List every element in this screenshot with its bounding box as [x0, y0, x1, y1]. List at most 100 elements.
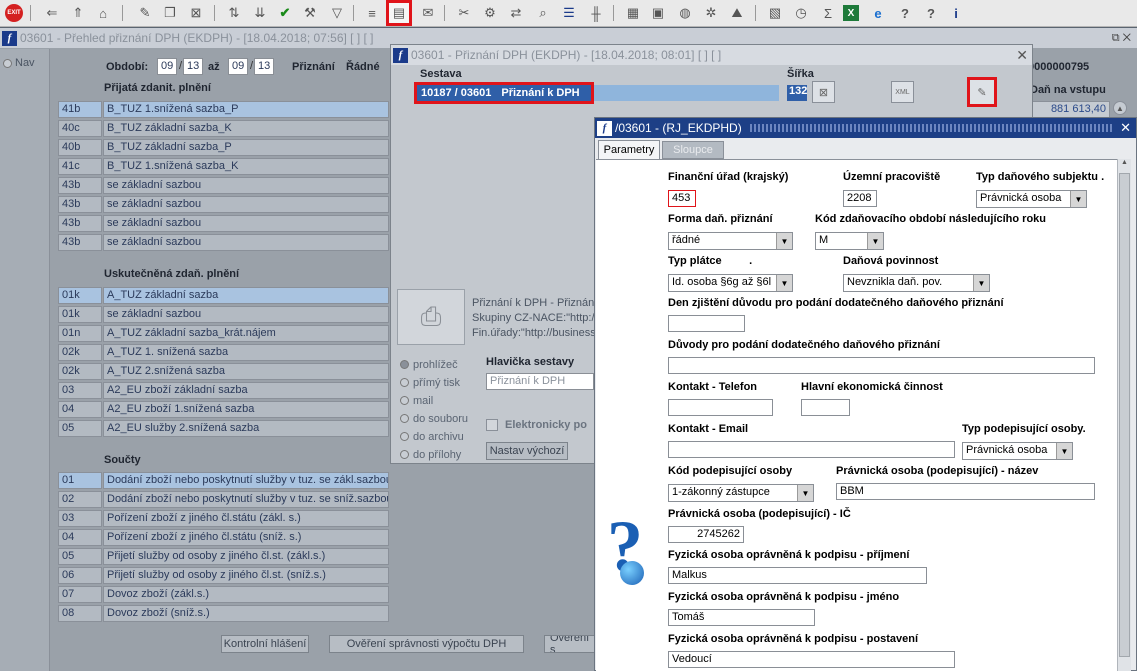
settings-icon[interactable]: ✲ — [701, 3, 721, 23]
po-nazev-field[interactable]: BBM — [836, 483, 1095, 500]
image-icon[interactable]: ▧ — [765, 3, 785, 23]
output-radio[interactable] — [400, 360, 409, 369]
row-code[interactable]: 02k — [58, 363, 102, 380]
row-code[interactable]: 08 — [58, 605, 102, 622]
report-row-highlight[interactable]: 10187 / 03601 Přiznání k DPH — [414, 82, 594, 104]
right-value-field[interactable]: 881 613,40 — [1028, 101, 1110, 118]
chevron-down-icon[interactable]: ▼ — [973, 275, 989, 291]
postaveni-field[interactable]: Vedoucí — [668, 651, 955, 668]
row-name[interactable]: se základní sazbou — [103, 196, 389, 213]
whatsthis-icon[interactable]: ? — [921, 3, 941, 23]
tab-parametry[interactable]: Parametry — [598, 140, 660, 159]
row-name[interactable]: Dodání zboží nebo poskytnutí služby v tu… — [103, 491, 389, 508]
row-name[interactable]: B_TUZ 1.snížená sazba_P — [103, 101, 389, 118]
row-name[interactable]: Přijetí služby od osoby z jiného čl.st. … — [103, 567, 389, 584]
nav-radio[interactable] — [3, 59, 12, 68]
help-icon[interactable]: ? — [895, 3, 915, 23]
globe-icon[interactable]: ◍ — [675, 3, 695, 23]
kontrolni-hlaseni-button[interactable]: Kontrolní hlášení — [221, 635, 309, 653]
row-code[interactable]: 41b — [58, 101, 102, 118]
from-year-field[interactable]: 13 — [183, 58, 203, 75]
row-name[interactable]: Pořízení zboží z jiného čl.státu (zákl. … — [103, 510, 389, 527]
jmeno-field[interactable]: Tomáš — [668, 609, 815, 626]
fu-field[interactable]: 453 — [668, 190, 696, 207]
wrench-icon[interactable]: ⚒ — [300, 3, 320, 23]
mail-icon[interactable]: ✉ — [418, 3, 438, 23]
typ-subjektu-select[interactable]: Právnická osoba ▼ — [976, 190, 1087, 208]
typ-platce-select[interactable]: Id. osoba §6g až §6l ▼ — [668, 274, 793, 292]
output-radio[interactable] — [400, 432, 409, 441]
output-radio[interactable] — [400, 414, 409, 423]
excel-icon[interactable]: X — [843, 5, 859, 21]
report-icon[interactable]: ▤ — [386, 0, 412, 26]
overeni-vypoctu-button[interactable]: Ověření správnosti výpočtu DPH — [329, 635, 524, 653]
row-name[interactable]: A_TUZ 1. snížená sazba — [103, 344, 389, 361]
save-icon[interactable]: ▣ — [648, 3, 668, 23]
tab-sloupce[interactable]: Sloupce — [662, 141, 724, 159]
default-button[interactable]: Nastav výchozí — [486, 442, 568, 460]
output-option-label[interactable]: do přílohy — [413, 449, 461, 461]
row-code[interactable]: 01n — [58, 325, 102, 342]
row-code[interactable]: 02 — [58, 491, 102, 508]
doc-icon[interactable]: ▦ — [623, 3, 643, 23]
den-field[interactable] — [668, 315, 745, 332]
row-name[interactable]: A_TUZ základní sazba — [103, 287, 389, 304]
output-radio[interactable] — [400, 450, 409, 459]
cut-icon[interactable]: ✂ — [454, 3, 474, 23]
chevron-down-icon[interactable]: ▼ — [867, 233, 883, 249]
row-code[interactable]: 43b — [58, 196, 102, 213]
row-name[interactable]: A2_EU zboží základní sazba — [103, 382, 389, 399]
duvody-field[interactable] — [668, 357, 1095, 374]
row-code[interactable]: 03 — [58, 382, 102, 399]
email-field[interactable] — [668, 441, 955, 458]
row-name[interactable]: Dovoz zboží (sníž.s.) — [103, 605, 389, 622]
check-icon[interactable]: ✔ — [275, 3, 295, 23]
row-code[interactable]: 07 — [58, 586, 102, 603]
row-name[interactable]: B_TUZ 1.snížená sazba_K — [103, 158, 389, 175]
electronic-checkbox[interactable] — [486, 419, 498, 431]
clock-icon[interactable]: ◷ — [791, 3, 811, 23]
telefon-field[interactable] — [668, 399, 773, 416]
chevron-down-icon[interactable]: ▼ — [1070, 191, 1086, 207]
delete-icon[interactable]: ⊠ — [186, 3, 206, 23]
output-option-label[interactable]: přímý tisk — [413, 377, 460, 389]
report-width-value[interactable]: 132 — [787, 85, 807, 101]
row-name[interactable]: Přijetí služby od osoby z jiného čl.st. … — [103, 548, 389, 565]
row-code[interactable]: 05 — [58, 420, 102, 437]
row-code[interactable]: 43b — [58, 177, 102, 194]
sort-desc-icon[interactable]: ⇊ — [250, 3, 270, 23]
up-icon[interactable]: ⇑ — [68, 3, 88, 23]
row-name[interactable]: A_TUZ 2.snížená sazba — [103, 363, 389, 380]
copy-icon[interactable]: ❐ — [160, 3, 180, 23]
sort-icon[interactable]: ⇅ — [224, 3, 244, 23]
povinnost-select[interactable]: Nevznikla daň. pov. ▼ — [843, 274, 990, 292]
up-field[interactable]: 2208 — [843, 190, 877, 207]
scroll-thumb[interactable] — [1119, 173, 1130, 657]
row-name[interactable]: B_TUZ základní sazba_P — [103, 139, 389, 156]
grid-icon[interactable]: ╫ — [586, 3, 606, 23]
window-controls-icon[interactable]: ⧉ ✕ — [1112, 32, 1131, 45]
scroll-up-icon[interactable]: ▲ — [1113, 101, 1127, 115]
row-code[interactable]: 40b — [58, 139, 102, 156]
output-option-label[interactable]: do archivu — [413, 431, 464, 443]
sync-icon[interactable]: ⇄ — [506, 3, 526, 23]
output-option-label[interactable]: do souboru — [413, 413, 468, 425]
mountain-icon[interactable]: ⛰ — [727, 3, 747, 23]
typ-podepisujici-select[interactable]: Právnická osoba ▼ — [962, 442, 1073, 460]
chevron-down-icon[interactable]: ▼ — [776, 275, 792, 291]
tool-icon[interactable]: ⚙ — [480, 3, 500, 23]
row-code[interactable]: 04 — [58, 529, 102, 546]
list-icon[interactable]: ☰ — [559, 3, 579, 23]
kod-podepisujici-select[interactable]: 1-zákonný zástupce ▼ — [668, 484, 814, 502]
row-code[interactable]: 04 — [58, 401, 102, 418]
row-name[interactable]: Dodání zboží nebo poskytnutí služby v tu… — [103, 472, 389, 489]
row-code[interactable]: 03 — [58, 510, 102, 527]
hlavni-cinnost-field[interactable] — [801, 399, 850, 416]
row-code[interactable]: 02k — [58, 344, 102, 361]
row-code[interactable]: 01k — [58, 306, 102, 323]
row-code[interactable]: 41c — [58, 158, 102, 175]
param-close-icon[interactable]: ✕ — [1120, 120, 1131, 136]
output-option-label[interactable]: prohlížeč — [413, 359, 458, 371]
report-close-icon[interactable]: ✕ — [1016, 47, 1028, 64]
param-scrollbar[interactable]: ▲ — [1117, 159, 1131, 671]
